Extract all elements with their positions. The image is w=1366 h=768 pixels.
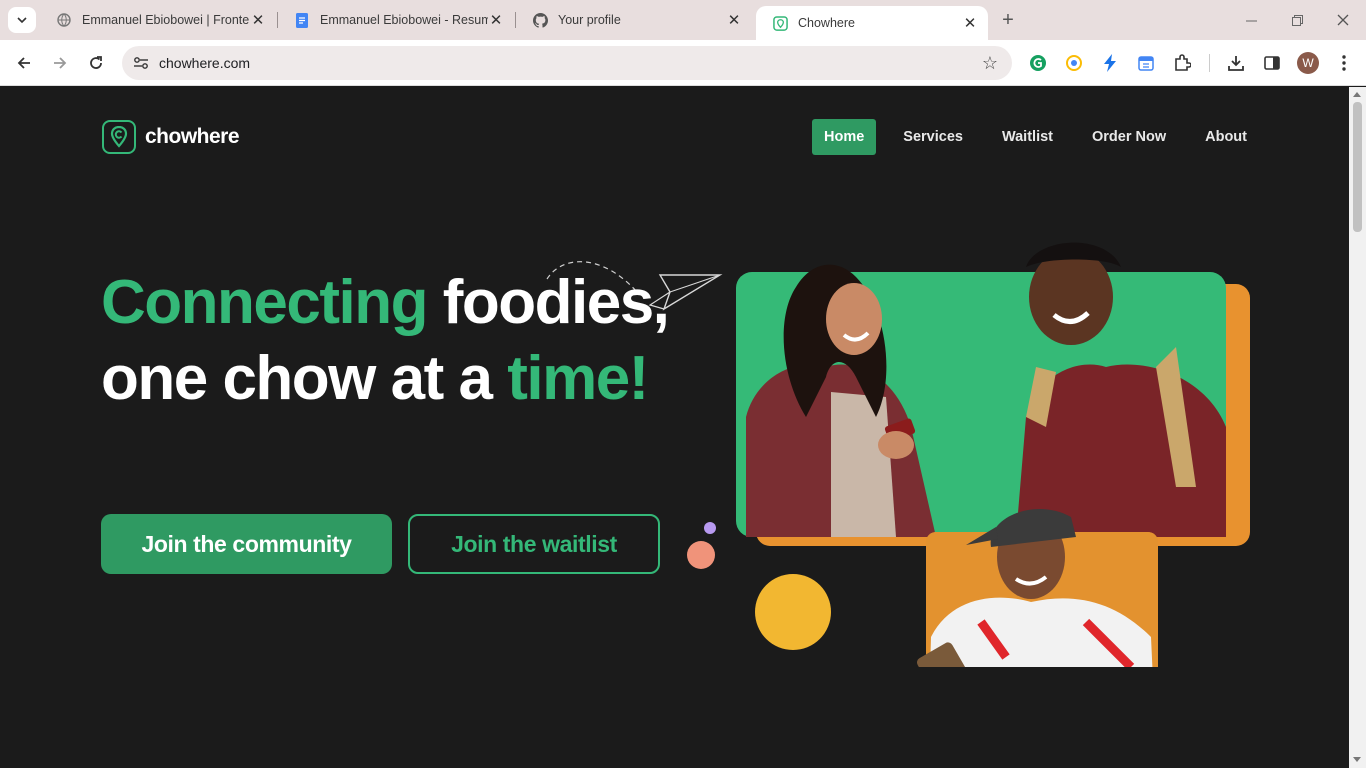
close-icon[interactable]: ✕ bbox=[250, 12, 266, 29]
back-button[interactable] bbox=[10, 49, 38, 77]
decorative-dot bbox=[687, 541, 715, 569]
forward-button[interactable] bbox=[46, 49, 74, 77]
tab-search-button[interactable] bbox=[8, 7, 36, 33]
google-docs-icon bbox=[294, 12, 310, 28]
extensions-puzzle-icon[interactable] bbox=[1172, 53, 1192, 73]
tab-title: Emmanuel Ebiobowei - Resume bbox=[320, 13, 488, 27]
toolbar-divider bbox=[1209, 54, 1210, 72]
site-settings-icon[interactable] bbox=[132, 54, 150, 72]
address-bar[interactable]: chowhere.com ☆ bbox=[122, 46, 1012, 80]
headline-text: one chow at a bbox=[101, 344, 493, 413]
color-picker-extension-icon[interactable] bbox=[1064, 53, 1084, 73]
headline-accent: Connecting bbox=[101, 268, 428, 337]
side-panel-icon[interactable] bbox=[1262, 53, 1282, 73]
arrow-left-icon bbox=[17, 57, 30, 69]
nav-services[interactable]: Services bbox=[891, 119, 975, 155]
nav-order-now[interactable]: Order Now bbox=[1080, 119, 1178, 155]
tab-title: Chowhere bbox=[798, 16, 855, 30]
tab-title: Your profile bbox=[558, 13, 621, 27]
chowhere-favicon bbox=[772, 15, 788, 31]
restore-button[interactable] bbox=[1274, 0, 1320, 40]
tab-resume[interactable]: Emmanuel Ebiobowei - Resume ✕ bbox=[278, 0, 514, 40]
scrollbar-thumb[interactable] bbox=[1353, 102, 1362, 232]
globe-icon bbox=[56, 12, 72, 28]
main-nav: Home Services Waitlist Order Now About bbox=[812, 119, 1274, 155]
decorative-dot bbox=[704, 522, 716, 534]
new-tab-button[interactable]: + bbox=[998, 10, 1018, 30]
arrow-right-icon bbox=[54, 57, 67, 69]
minimize-icon bbox=[1245, 20, 1257, 21]
more-menu-icon[interactable] bbox=[1334, 53, 1354, 73]
lightning-extension-icon[interactable] bbox=[1100, 53, 1120, 73]
github-icon bbox=[532, 12, 548, 28]
calendar-extension-icon[interactable] bbox=[1136, 53, 1156, 73]
headline-text: foodies, bbox=[442, 268, 670, 337]
browser-toolbar: chowhere.com ☆ bbox=[0, 40, 1366, 86]
restore-icon bbox=[1291, 14, 1303, 26]
page-viewport: chowhere Home Services Waitlist Order No… bbox=[2, 87, 1349, 768]
close-icon bbox=[1337, 14, 1349, 26]
nav-home[interactable]: Home bbox=[812, 119, 877, 155]
man-in-hoodie-photo bbox=[917, 508, 1158, 667]
tab-frontend[interactable]: Emmanuel Ebiobowei | Frontend ✕ bbox=[40, 0, 276, 40]
chevron-down-icon bbox=[17, 17, 27, 24]
download-icon[interactable] bbox=[1226, 53, 1246, 73]
grammarly-icon[interactable] bbox=[1028, 53, 1048, 73]
headline-line-2: one chow at a time! bbox=[101, 341, 668, 417]
scroll-down-arrow-icon[interactable] bbox=[1353, 757, 1361, 762]
hero-image-collage bbox=[736, 242, 1250, 667]
bookmark-star-icon[interactable]: ☆ bbox=[982, 53, 998, 74]
tab-strip: Emmanuel Ebiobowei | Frontend ✕ Emmanuel… bbox=[0, 0, 1366, 40]
reload-icon bbox=[90, 56, 102, 69]
logo-text: chowhere bbox=[145, 125, 240, 148]
profile-avatar[interactable]: W bbox=[1297, 52, 1319, 74]
nav-waitlist[interactable]: Waitlist bbox=[990, 119, 1065, 155]
close-icon[interactable]: ✕ bbox=[488, 12, 504, 29]
headline-accent: time! bbox=[507, 344, 649, 413]
page-scrollbar[interactable] bbox=[1349, 87, 1366, 768]
close-window-button[interactable] bbox=[1320, 0, 1366, 40]
reload-button[interactable] bbox=[82, 49, 110, 77]
site-logo[interactable]: chowhere bbox=[102, 120, 240, 154]
location-pin-icon bbox=[102, 120, 136, 154]
tab-github-profile[interactable]: Your profile ✕ bbox=[516, 0, 752, 40]
tab-title: Emmanuel Ebiobowei | Frontend bbox=[82, 13, 250, 27]
url-text[interactable]: chowhere.com bbox=[159, 55, 250, 71]
close-icon[interactable]: ✕ bbox=[726, 12, 742, 29]
scroll-up-arrow-icon[interactable] bbox=[1353, 92, 1361, 97]
headline-line-1: Connecting foodies, bbox=[101, 265, 670, 341]
tab-chowhere[interactable]: Chowhere ✕ bbox=[756, 6, 988, 40]
close-icon[interactable]: ✕ bbox=[962, 15, 978, 32]
minimize-button[interactable] bbox=[1228, 0, 1274, 40]
hero-headline: Connecting foodies, one chow at a time! bbox=[101, 265, 670, 417]
join-waitlist-button[interactable]: Join the waitlist bbox=[408, 514, 660, 574]
join-community-button[interactable]: Join the community bbox=[101, 514, 392, 574]
nav-about[interactable]: About bbox=[1193, 119, 1259, 155]
